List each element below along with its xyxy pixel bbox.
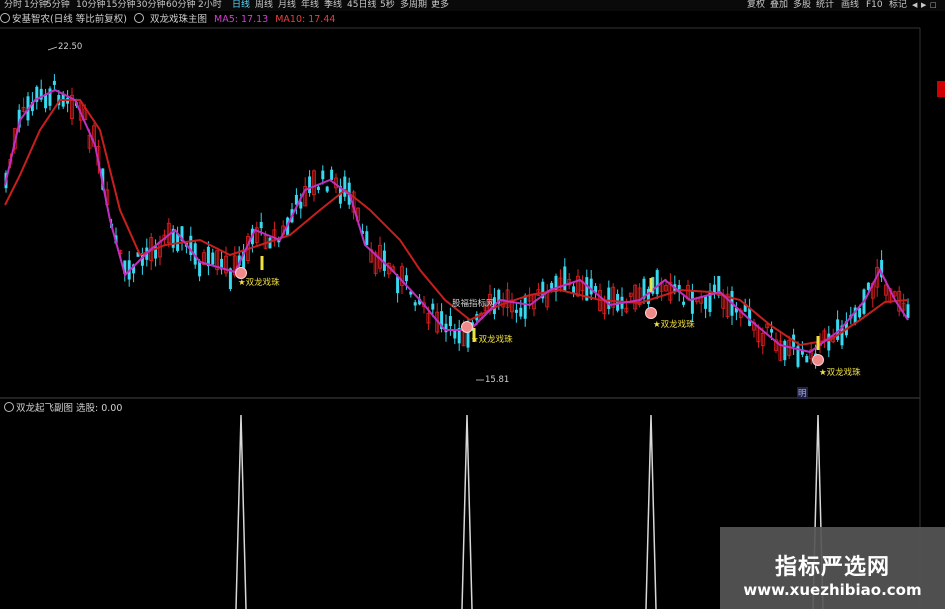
signal-label-1: ★双龙戏珠: [238, 278, 280, 288]
signal-pearl: [812, 354, 824, 366]
candlestick: [453, 330, 457, 339]
candlestick: [783, 340, 787, 361]
subchart-title: 双龙起飞副图 选股: 0.00: [4, 400, 122, 414]
candlestick: [259, 221, 263, 229]
signal-spike: [645, 414, 657, 609]
watermark-title: 指标严选网: [774, 555, 890, 580]
candlestick: [365, 231, 369, 246]
signal-label-4: ★双龙戏珠: [819, 368, 861, 378]
candlestick: [589, 278, 593, 295]
candlestick: [519, 307, 523, 317]
candlestick: [866, 282, 870, 290]
candlestick: [514, 309, 518, 313]
candlestick: [655, 270, 659, 295]
signal-spike: [235, 414, 247, 609]
candlestick: [325, 186, 329, 192]
signal-spike: [461, 414, 473, 609]
candlestick: [563, 266, 567, 291]
candlestick: [330, 169, 334, 180]
candlestick: [308, 176, 312, 194]
candlestick: [211, 252, 215, 265]
signal-pearl: [645, 307, 657, 319]
candlestick: [704, 296, 708, 309]
high-price-label: 22.50: [58, 42, 83, 52]
watermark-box: 指标严选网 www.xuezhibiao.com: [720, 527, 945, 609]
candlestick: [748, 307, 752, 326]
candlestick: [396, 276, 400, 294]
candlestick: [316, 186, 320, 191]
candlestick: [413, 302, 417, 306]
candlestick: [827, 333, 831, 351]
candlestick: [523, 295, 527, 319]
candlestick: [52, 80, 56, 85]
candlestick: [712, 284, 716, 293]
candlestick: [44, 94, 48, 109]
candlestick: [404, 275, 408, 282]
high-marker: [47, 46, 58, 51]
candlestick: [343, 176, 347, 197]
bottom-tag: 明: [797, 387, 808, 399]
candlestick: [572, 286, 576, 294]
candlestick: [682, 301, 686, 305]
source-label: 股福指标网: [452, 299, 495, 309]
ma5-line: [4, 88, 909, 354]
candlestick: [690, 290, 694, 314]
candlestick: [858, 308, 862, 318]
watermark-url: www.xuezhibiao.com: [743, 581, 922, 599]
candlestick: [550, 282, 554, 289]
candlestick: [906, 304, 910, 318]
candlestick: [770, 329, 774, 333]
signal-label-2: ★双龙戏珠: [471, 335, 513, 345]
candlestick: [448, 316, 452, 327]
candlestick: [431, 303, 435, 310]
candlestick: [554, 275, 558, 292]
signal-label-3: ★双龙戏珠: [653, 320, 695, 330]
signal-pearl: [461, 321, 473, 333]
candlestick: [299, 201, 303, 209]
subchart-settings-icon[interactable]: [4, 402, 14, 412]
candlestick: [321, 170, 325, 180]
candlestick: [805, 356, 809, 363]
low-price-label: 15.81: [485, 375, 510, 385]
scale-marker: [937, 81, 945, 97]
